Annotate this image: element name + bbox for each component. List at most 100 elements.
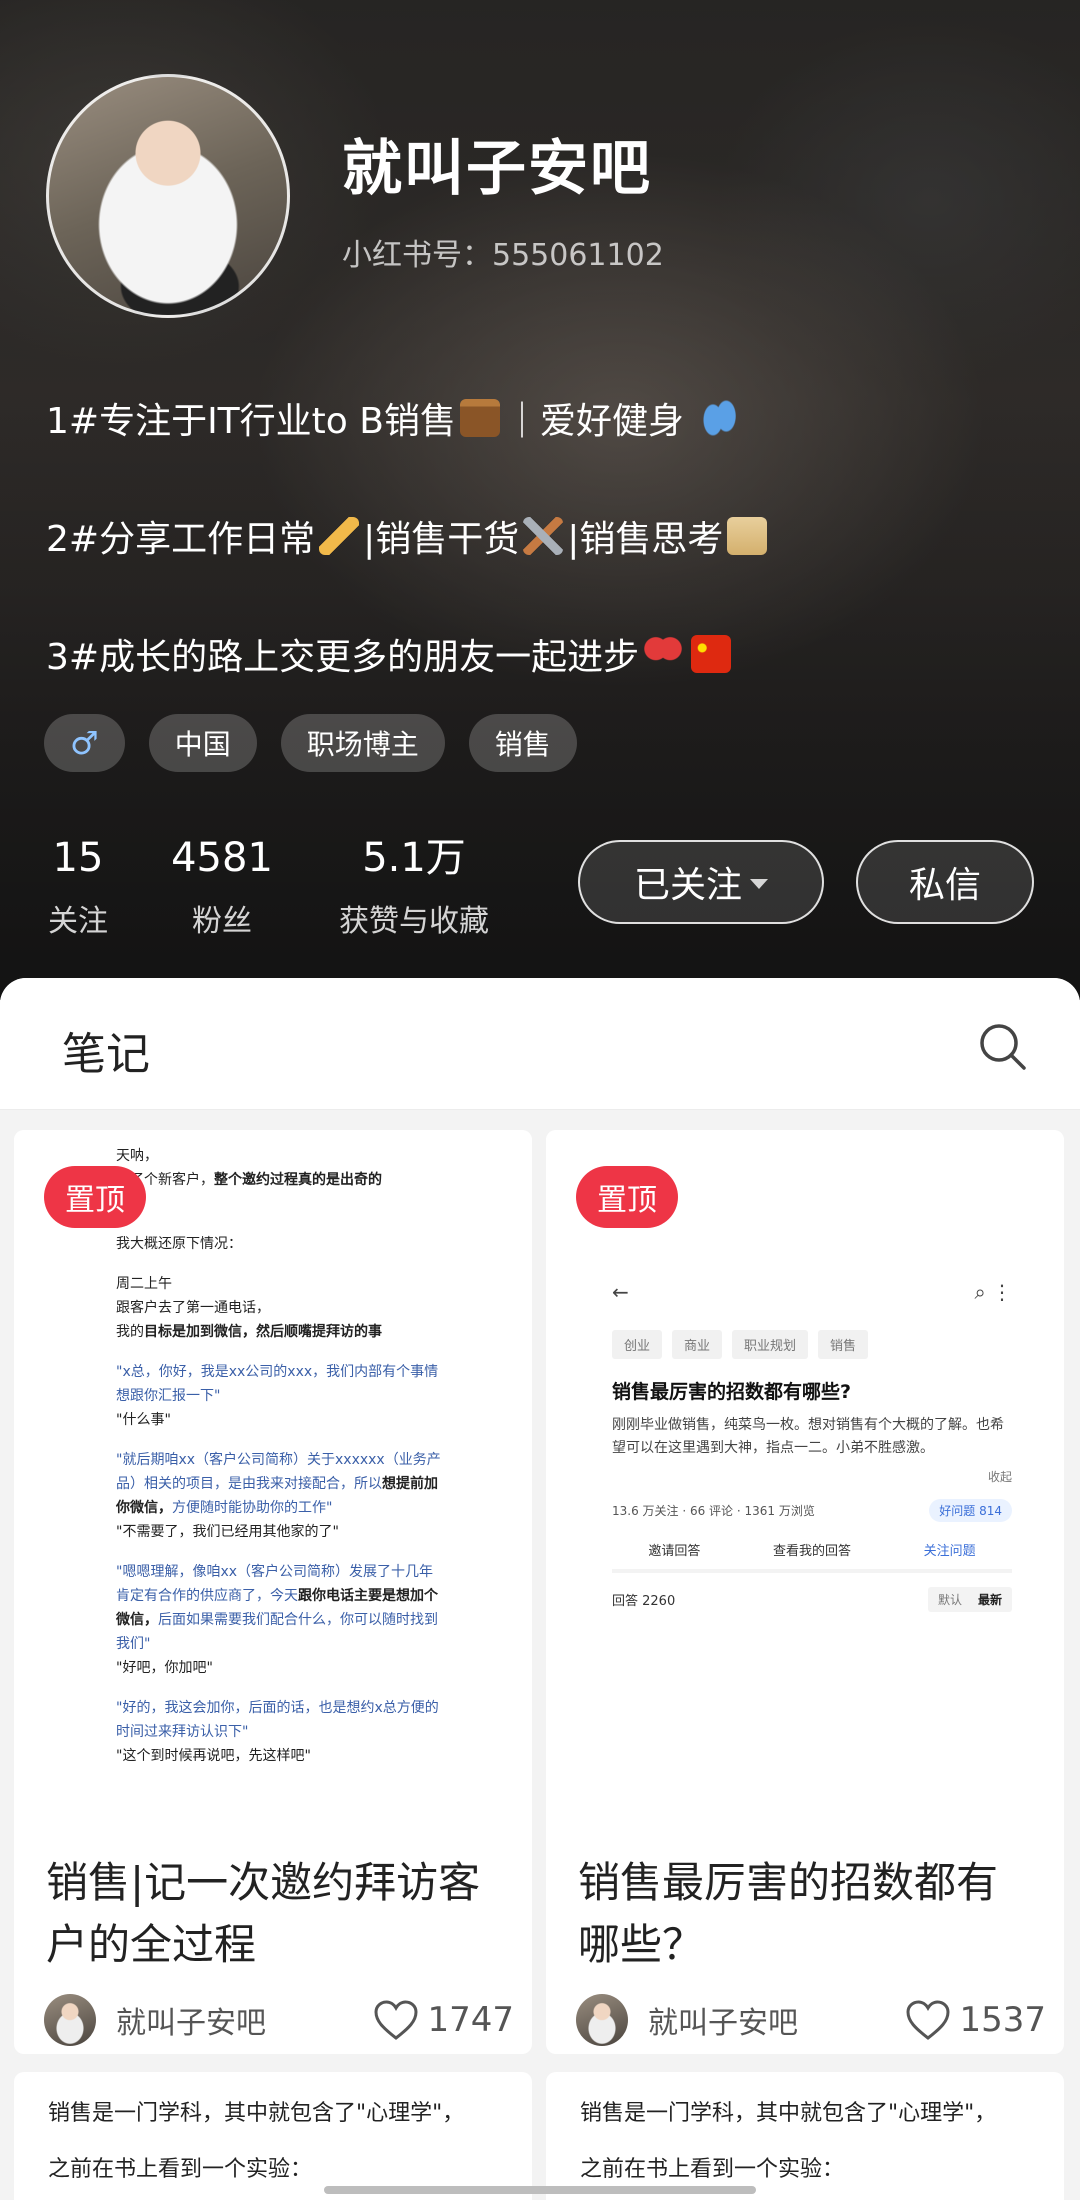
heart-outline-icon <box>374 2000 418 2040</box>
cover-sort-latest: 最新 <box>977 1593 1002 1607</box>
stat-number: 15 <box>52 835 104 881</box>
author-avatar[interactable] <box>44 1994 96 2046</box>
cover-line: "好吧，你加吧" <box>116 1660 213 1676</box>
location-tag: 中国 <box>148 714 257 772</box>
cover-action: 查看我的回答 <box>772 1544 851 1559</box>
profile-avatar[interactable] <box>46 74 290 318</box>
cover-topbar: ← ⌕ ⋮ <box>612 1272 1012 1312</box>
tab-notes[interactable]: 笔记 <box>62 1018 150 1082</box>
heart-outline-icon <box>906 2000 950 2040</box>
like-count: 1747 <box>427 2000 514 2040</box>
cover-line: 目标是加到微信，然后顺嘴提拜访的事 <box>144 1324 382 1340</box>
bio-text: |销售干货 <box>363 519 520 560</box>
note-cover-image[interactable]: 置顶 天呐， 约了个新客户，整个邀约过程真的是出奇的 顺利 我大概还原下情况： … <box>14 1130 532 1830</box>
note-cover-text: 销售是一门学科，其中就包含了"心理学"， 之前在书上看到一个实验： <box>48 2086 508 2198</box>
cover-line: 周二上午 <box>116 1276 172 1292</box>
cover-actions: 邀请回答 查看我的回答 关注问题 <box>612 1540 1012 1573</box>
cover-line: 跟客户去了第一通电话， <box>116 1300 270 1316</box>
red-id[interactable]: 小红书号：555061102 <box>342 230 664 274</box>
stat-followers[interactable]: 4581 粉丝 <box>170 836 274 940</box>
cover-line: 天呐， <box>116 1148 158 1164</box>
stat-number: 4581 <box>171 835 273 881</box>
profile-header: 就叫子安吧 小红书号：555061102 1#专注于IT行业to B销售 ｜爱好健… <box>0 0 1080 1000</box>
scroll-icon <box>727 517 768 555</box>
stat-following[interactable]: 15 关注 <box>46 836 110 940</box>
note-card[interactable]: 置顶 天呐， 约了个新客户，整个邀约过程真的是出奇的 顺利 我大概还原下情况： … <box>14 1130 532 2054</box>
stat-number: 5.1万 <box>362 835 466 881</box>
bio-line-3: 3#成长的路上交更多的朋友一起进步 <box>46 628 735 680</box>
following-label: 已关注 <box>633 865 742 906</box>
profession-tag: 职场博主 <box>280 714 445 772</box>
male-icon: ♂ <box>70 724 99 762</box>
cover-line: "这个到时候再说吧，先这样吧" <box>116 1748 311 1764</box>
search-icon[interactable] <box>976 1020 1028 1072</box>
note-title: 销售|记一次邀约拜访客户的全过程 <box>46 1858 481 1969</box>
message-button[interactable]: 私信 <box>856 840 1034 924</box>
cover-line: "x总，你好，我是xx公司的xxx，我们内部有个事情想跟你汇报一下" <box>116 1364 439 1404</box>
like-count: 1537 <box>959 2000 1046 2040</box>
cover-tag: 销售 <box>818 1330 869 1359</box>
cover-question-title: 销售最厉害的招数都有哪些? <box>612 1381 852 1403</box>
author-avatar[interactable] <box>576 1994 628 2046</box>
cover-meta-text: 13.6 万关注 · 66 评论 · 1361 万浏览 <box>612 1504 815 1518</box>
gender-tag: ♂ <box>44 714 125 772</box>
like-button[interactable]: 1537 <box>905 1999 1046 2041</box>
bio-text: 3#成长的路上交更多的朋友一起进步 <box>46 637 640 678</box>
note-card[interactable]: 置顶 ← ⌕ ⋮ 创业 商业 职业规划 销售 销售最厉害的招数都有哪些? 刚刚毕… <box>546 1130 1064 2054</box>
cover-answer-count: 回答 2260 <box>612 1594 676 1609</box>
topic-tag: 销售 <box>468 714 577 772</box>
heart-icon <box>643 635 684 673</box>
cover-line: 我的 <box>116 1324 144 1340</box>
cover-line: 销售是一门学科，其中就包含了"心理学"， <box>48 2101 465 2126</box>
bio-line-2: 2#分享工作日常 |销售干货 |销售思考 <box>46 510 771 562</box>
bio-text: 2#分享工作日常 <box>46 519 316 560</box>
stat-label: 粉丝 <box>192 904 252 939</box>
note-cover-text: 销售是一门学科，其中就包含了"心理学"， 之前在书上看到一个实验： <box>580 2086 1040 2198</box>
notes-panel: 笔记 置顶 天呐， 约了个新客户，整个邀约过程真的是出奇的 顺利 我大概还原下情… <box>0 978 1080 2200</box>
caret-down-icon <box>750 879 768 889</box>
note-meta: 就叫子安吧 1537 <box>576 1992 1046 2048</box>
cover-line: 销售是一门学科，其中就包含了"心理学"， <box>580 2101 997 2126</box>
author-name[interactable]: 就叫子安吧 <box>116 1998 266 2042</box>
like-button[interactable]: 1747 <box>373 1999 514 2041</box>
cover-app-screenshot: ← ⌕ ⋮ 创业 商业 职业规划 销售 销售最厉害的招数都有哪些? 刚刚毕业做销… <box>612 1272 1012 1612</box>
cover-topic-tags: 创业 商业 职业规划 销售 <box>612 1330 1012 1359</box>
cover-action: 关注问题 <box>923 1544 976 1559</box>
author-name[interactable]: 就叫子安吧 <box>648 1998 798 2042</box>
bio-text: ｜爱好健身 <box>503 401 684 442</box>
cover-line: "不需要了，我们已经用其他家的了" <box>116 1524 339 1540</box>
back-arrow-icon: ← <box>612 1280 629 1304</box>
cover-fold: 收起 <box>987 1470 1012 1484</box>
search-more-icons: ⌕ ⋮ <box>974 1280 1012 1304</box>
cover-line: 整个邀约过程真的是出奇的 <box>214 1172 382 1188</box>
home-indicator[interactable] <box>324 2186 756 2194</box>
cover-line: 后面如果需要我们配合什么，你可以随时找到我们" <box>116 1612 438 1652</box>
cover-line: "什么事" <box>116 1412 171 1428</box>
bio-line-1: 1#专注于IT行业to B销售 ｜爱好健身 <box>46 392 743 444</box>
profile-name: 就叫子安吧 <box>342 134 652 204</box>
stat-likes-collects[interactable]: 5.1万 获赞与收藏 <box>330 836 498 940</box>
cover-tag: 职业规划 <box>732 1330 809 1359</box>
cover-tag: 商业 <box>672 1330 723 1359</box>
footprints-icon <box>699 399 740 437</box>
note-card[interactable]: 销售是一门学科，其中就包含了"心理学"， 之前在书上看到一个实验： <box>14 2072 532 2200</box>
note-meta: 就叫子安吧 1747 <box>44 1992 514 2048</box>
cover-sort: 默认 最新 <box>927 1587 1012 1612</box>
note-title: 销售最厉害的招数都有哪些？ <box>578 1858 999 1969</box>
note-card[interactable]: 销售是一门学科，其中就包含了"心理学"， 之前在书上看到一个实验： <box>546 2072 1064 2200</box>
cover-chat-text: 天呐， 约了个新客户，整个邀约过程真的是出奇的 顺利 我大概还原下情况： 周二上… <box>116 1144 446 1784</box>
cover-question-desc: 刚刚毕业做销售，纯菜鸟一枚。想对销售有个大概的了解。也希望可以在这里遇到大神，指… <box>612 1417 1004 1456</box>
notes-tabbar: 笔记 <box>0 978 1080 1110</box>
note-cover-image[interactable]: 置顶 ← ⌕ ⋮ 创业 商业 职业规划 销售 销售最厉害的招数都有哪些? 刚刚毕… <box>546 1130 1064 1830</box>
stat-label: 关注 <box>48 904 108 939</box>
cover-answers-row: 回答 2260 默认 最新 <box>612 1587 1012 1612</box>
cover-question-meta: 13.6 万关注 · 66 评论 · 1361 万浏览 好问题 814 <box>612 1499 1012 1522</box>
briefcase-icon <box>459 399 500 437</box>
bio-text: |销售思考 <box>567 519 724 560</box>
bio-text: 1#专注于IT行业to B销售 <box>46 401 456 442</box>
pinned-badge: 置顶 <box>576 1166 678 1228</box>
cover-line: 方便随时能协助你的工作" <box>172 1500 333 1516</box>
stat-label: 获赞与收藏 <box>339 904 489 939</box>
pencil-icon <box>319 517 360 555</box>
following-button[interactable]: 已关注 <box>578 840 824 924</box>
